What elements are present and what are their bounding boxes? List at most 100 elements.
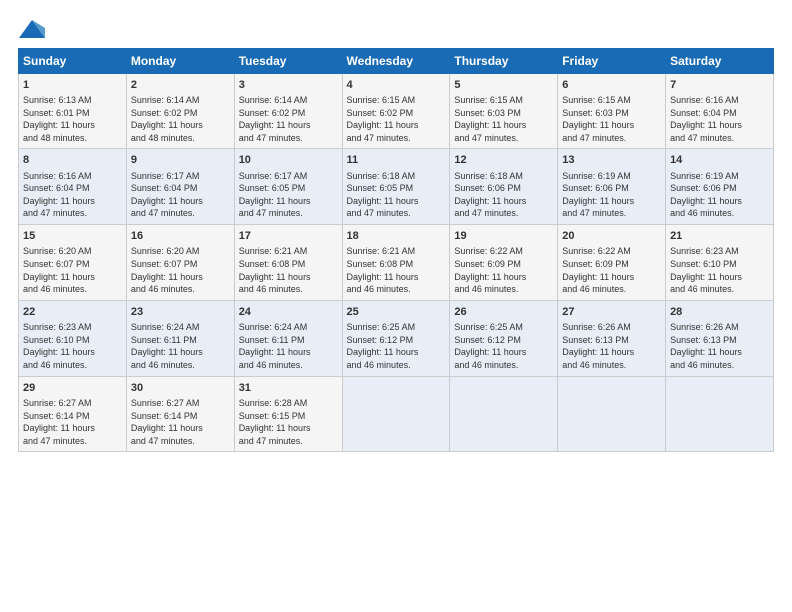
cell-line: Sunrise: 6:15 AM (347, 94, 446, 107)
day-number: 18 (347, 229, 446, 244)
cell-line: Daylight: 11 hours (23, 119, 122, 132)
calendar-cell (450, 376, 558, 452)
calendar-cell: 18Sunrise: 6:21 AMSunset: 6:08 PMDayligh… (342, 225, 450, 301)
cell-line: and 46 minutes. (131, 283, 230, 296)
cell-line: Sunset: 6:13 PM (562, 334, 661, 347)
cell-line: Sunrise: 6:14 AM (131, 94, 230, 107)
cell-line: Sunrise: 6:26 AM (670, 321, 769, 334)
cell-line: Sunset: 6:06 PM (454, 182, 553, 195)
cell-line: Daylight: 11 hours (562, 271, 661, 284)
day-number: 6 (562, 78, 661, 93)
cell-line: Sunset: 6:02 PM (131, 107, 230, 120)
cell-line: Sunrise: 6:21 AM (347, 245, 446, 258)
cell-line: and 46 minutes. (562, 359, 661, 372)
cell-line: Sunset: 6:12 PM (454, 334, 553, 347)
day-number: 3 (239, 78, 338, 93)
cell-line: Sunset: 6:10 PM (670, 258, 769, 271)
calendar-cell: 24Sunrise: 6:24 AMSunset: 6:11 PMDayligh… (234, 300, 342, 376)
cell-line: Sunset: 6:11 PM (239, 334, 338, 347)
cell-line: Sunrise: 6:17 AM (239, 170, 338, 183)
calendar-cell: 26Sunrise: 6:25 AMSunset: 6:12 PMDayligh… (450, 300, 558, 376)
calendar-cell: 22Sunrise: 6:23 AMSunset: 6:10 PMDayligh… (19, 300, 127, 376)
calendar-table: SundayMondayTuesdayWednesdayThursdayFrid… (18, 48, 774, 453)
calendar-cell (558, 376, 666, 452)
cell-line: and 46 minutes. (670, 359, 769, 372)
cell-line: Sunrise: 6:16 AM (23, 170, 122, 183)
cell-line: Sunrise: 6:19 AM (562, 170, 661, 183)
cell-line: Daylight: 11 hours (562, 195, 661, 208)
calendar-cell: 3Sunrise: 6:14 AMSunset: 6:02 PMDaylight… (234, 73, 342, 149)
calendar-cell: 30Sunrise: 6:27 AMSunset: 6:14 PMDayligh… (126, 376, 234, 452)
cell-line: Daylight: 11 hours (670, 195, 769, 208)
page: SundayMondayTuesdayWednesdayThursdayFrid… (0, 0, 792, 612)
cell-line: Sunset: 6:04 PM (23, 182, 122, 195)
cell-line: and 48 minutes. (23, 132, 122, 145)
header-day: Thursday (450, 48, 558, 73)
cell-line: Daylight: 11 hours (239, 195, 338, 208)
calendar-cell: 27Sunrise: 6:26 AMSunset: 6:13 PMDayligh… (558, 300, 666, 376)
cell-line: Daylight: 11 hours (347, 346, 446, 359)
calendar-week: 22Sunrise: 6:23 AMSunset: 6:10 PMDayligh… (19, 300, 774, 376)
cell-line: Sunrise: 6:25 AM (454, 321, 553, 334)
cell-line: Sunrise: 6:24 AM (239, 321, 338, 334)
day-number: 2 (131, 78, 230, 93)
day-number: 19 (454, 229, 553, 244)
calendar-cell: 12Sunrise: 6:18 AMSunset: 6:06 PMDayligh… (450, 149, 558, 225)
calendar-cell: 16Sunrise: 6:20 AMSunset: 6:07 PMDayligh… (126, 225, 234, 301)
cell-line: Daylight: 11 hours (670, 271, 769, 284)
cell-line: and 46 minutes. (670, 207, 769, 220)
cell-line: Sunrise: 6:20 AM (23, 245, 122, 258)
header-day: Sunday (19, 48, 127, 73)
cell-line: Sunset: 6:03 PM (562, 107, 661, 120)
cell-line: Sunset: 6:07 PM (131, 258, 230, 271)
cell-line: and 47 minutes. (347, 132, 446, 145)
cell-line: Sunset: 6:02 PM (239, 107, 338, 120)
cell-line: Daylight: 11 hours (454, 346, 553, 359)
cell-line: Sunrise: 6:17 AM (131, 170, 230, 183)
cell-line: and 47 minutes. (239, 132, 338, 145)
cell-line: Sunrise: 6:19 AM (670, 170, 769, 183)
calendar-cell: 9Sunrise: 6:17 AMSunset: 6:04 PMDaylight… (126, 149, 234, 225)
logo (18, 18, 45, 38)
cell-line: and 46 minutes. (454, 359, 553, 372)
cell-line: and 46 minutes. (347, 359, 446, 372)
day-number: 26 (454, 305, 553, 320)
cell-line: Sunrise: 6:21 AM (239, 245, 338, 258)
cell-line: Daylight: 11 hours (239, 422, 338, 435)
cell-line: Sunrise: 6:16 AM (670, 94, 769, 107)
calendar-cell: 28Sunrise: 6:26 AMSunset: 6:13 PMDayligh… (666, 300, 774, 376)
calendar-cell: 25Sunrise: 6:25 AMSunset: 6:12 PMDayligh… (342, 300, 450, 376)
cell-line: and 47 minutes. (239, 435, 338, 448)
cell-line: Sunset: 6:02 PM (347, 107, 446, 120)
cell-line: Sunset: 6:01 PM (23, 107, 122, 120)
calendar-week: 15Sunrise: 6:20 AMSunset: 6:07 PMDayligh… (19, 225, 774, 301)
cell-line: Daylight: 11 hours (131, 422, 230, 435)
cell-line: Sunset: 6:09 PM (454, 258, 553, 271)
cell-line: Sunset: 6:14 PM (23, 410, 122, 423)
cell-line: Sunset: 6:08 PM (347, 258, 446, 271)
day-number: 21 (670, 229, 769, 244)
calendar-cell: 29Sunrise: 6:27 AMSunset: 6:14 PMDayligh… (19, 376, 127, 452)
day-number: 30 (131, 381, 230, 396)
day-number: 5 (454, 78, 553, 93)
cell-line: Daylight: 11 hours (131, 119, 230, 132)
day-number: 31 (239, 381, 338, 396)
header (18, 18, 774, 38)
cell-line: Sunrise: 6:25 AM (347, 321, 446, 334)
cell-line: Sunrise: 6:18 AM (454, 170, 553, 183)
calendar-cell: 6Sunrise: 6:15 AMSunset: 6:03 PMDaylight… (558, 73, 666, 149)
cell-line: Sunrise: 6:18 AM (347, 170, 446, 183)
cell-line: Sunrise: 6:13 AM (23, 94, 122, 107)
calendar-cell: 17Sunrise: 6:21 AMSunset: 6:08 PMDayligh… (234, 225, 342, 301)
day-number: 27 (562, 305, 661, 320)
cell-line: Daylight: 11 hours (670, 346, 769, 359)
cell-line: Sunset: 6:03 PM (454, 107, 553, 120)
cell-line: Daylight: 11 hours (23, 195, 122, 208)
cell-line: Sunrise: 6:27 AM (23, 397, 122, 410)
logo-icon (19, 20, 45, 38)
day-number: 20 (562, 229, 661, 244)
cell-line: and 47 minutes. (562, 207, 661, 220)
day-number: 14 (670, 153, 769, 168)
calendar-week: 29Sunrise: 6:27 AMSunset: 6:14 PMDayligh… (19, 376, 774, 452)
cell-line: Sunset: 6:07 PM (23, 258, 122, 271)
